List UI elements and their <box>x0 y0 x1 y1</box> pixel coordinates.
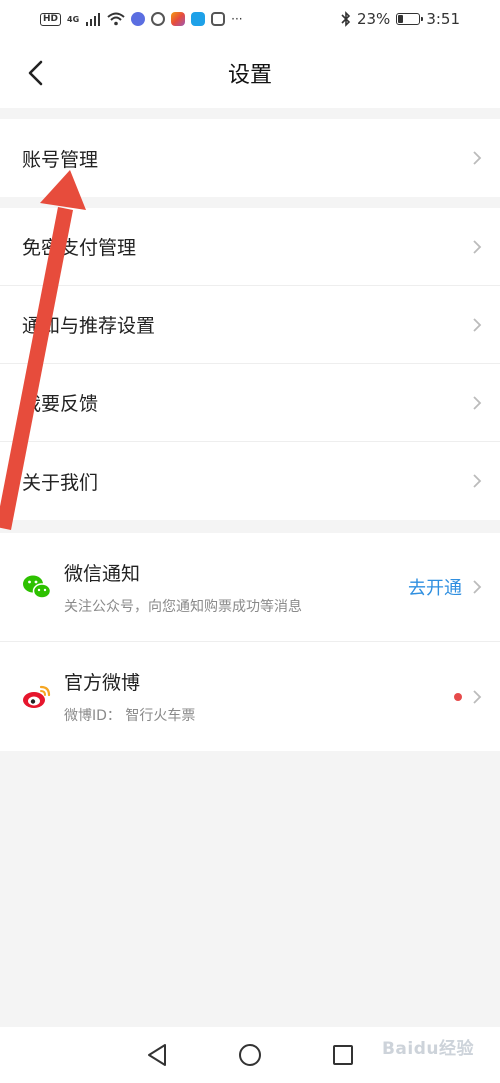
wechat-notification-item[interactable]: 微信通知 关注公众号，向您通知购票成功等消息 去开通 <box>0 533 500 642</box>
circle-home-icon <box>238 1044 261 1066</box>
nav-back-button[interactable] <box>145 1043 169 1067</box>
weibo-right <box>454 689 484 705</box>
official-weibo-item[interactable]: 官方微博 微博ID： 智行火车票 <box>0 642 500 751</box>
search-app-icon <box>191 12 206 26</box>
chevron-right-icon <box>472 395 484 411</box>
account-group: 账号管理 <box>0 119 500 197</box>
nav-home-button[interactable] <box>238 1043 262 1067</box>
wechat-title: 微信通知 <box>64 562 141 585</box>
bluetooth-icon <box>341 11 351 27</box>
feedback-item[interactable]: 我要反馈 <box>0 364 500 442</box>
wechat-icon <box>22 572 52 602</box>
wechat-right: 去开通 <box>408 574 484 600</box>
chevron-right-icon <box>472 150 484 166</box>
chevron-right-icon <box>472 317 484 333</box>
clock: 3:51 <box>426 10 460 28</box>
chevron-right-icon <box>472 239 484 255</box>
status-bar: HD 4G ··· 23% 3:51 <box>0 0 500 38</box>
weibo-title: 官方微博 <box>64 672 141 694</box>
weibo-subtitle: 微博ID： 智行火车票 <box>64 708 196 724</box>
music-app-icon <box>131 12 146 26</box>
wechat-text: 微信通知 关注公众号，向您通知购票成功等消息 <box>64 559 302 616</box>
enable-wechat-link[interactable]: 去开通 <box>408 574 462 600</box>
feedback-label: 我要反馈 <box>22 393 99 415</box>
about-us-item[interactable]: 关于我们 <box>0 442 500 520</box>
wechat-subtitle: 关注公众号，向您通知购票成功等消息 <box>64 598 302 615</box>
browser-app-icon <box>151 12 166 26</box>
battery-percent: 23% <box>356 10 391 28</box>
page-title: 设置 <box>227 63 272 88</box>
account-management-label: 账号管理 <box>22 148 99 171</box>
unread-dot <box>454 692 462 701</box>
chevron-right-icon <box>472 689 484 705</box>
triangle-back-icon <box>147 1044 166 1066</box>
top-bar: 设置 <box>0 38 500 108</box>
back-arrow-icon <box>28 60 43 86</box>
wifi-icon <box>107 12 125 26</box>
back-button[interactable] <box>18 56 52 90</box>
square-recents-icon <box>333 1045 354 1065</box>
hand-app-icon <box>211 12 226 26</box>
nav-recents-button[interactable] <box>331 1043 355 1067</box>
signal-icon <box>86 13 101 26</box>
weibo-text: 官方微博 微博ID： 智行火车票 <box>64 668 195 725</box>
chevron-right-icon <box>472 579 484 595</box>
notification-settings-item[interactable]: 通知与推荐设置 <box>0 286 500 364</box>
battery-level <box>398 15 404 23</box>
status-right: 23% 3:51 <box>341 10 460 28</box>
network-type: 4G <box>67 14 80 24</box>
password-free-payment-label: 免密支付管理 <box>22 237 137 259</box>
hd-indicator: HD <box>40 12 62 26</box>
weibo-icon <box>22 682 52 712</box>
chevron-right-icon <box>472 473 484 489</box>
more-notifications: ··· <box>231 12 243 26</box>
status-left: HD 4G ··· <box>40 12 243 26</box>
colorful-app-icon <box>171 12 186 26</box>
notification-settings-label: 通知与推荐设置 <box>22 315 156 337</box>
social-group: 微信通知 关注公众号，向您通知购票成功等消息 去开通 官方微博 微博ID： 智行… <box>0 533 500 751</box>
watermark-logo: Baidu经验 <box>381 1039 474 1059</box>
battery-icon <box>396 13 424 25</box>
settings-group: 免密支付管理 通知与推荐设置 我要反馈 关于我们 <box>0 208 500 520</box>
account-management-item[interactable]: 账号管理 <box>0 119 500 197</box>
about-us-label: 关于我们 <box>22 471 99 494</box>
password-free-payment-item[interactable]: 免密支付管理 <box>0 208 500 286</box>
